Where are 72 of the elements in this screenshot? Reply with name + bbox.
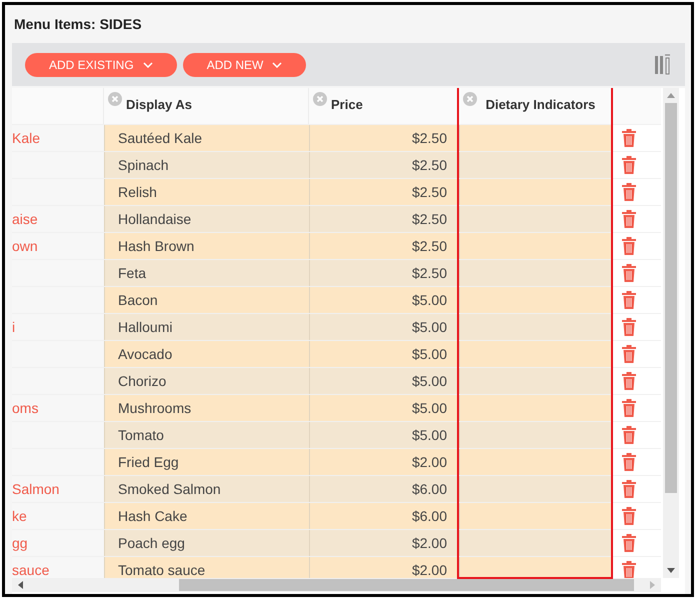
- horizontal-scrollbar[interactable]: [12, 578, 661, 592]
- columns-icon[interactable]: [655, 54, 673, 76]
- trash-icon[interactable]: [622, 480, 636, 498]
- column-header[interactable]: Display As: [126, 94, 192, 114]
- table-cell: Avocado: [104, 341, 309, 367]
- table-cell: Sautéed Kale: [104, 125, 309, 151]
- chevron-down-icon: [142, 62, 153, 68]
- chevron-down-icon: [272, 62, 282, 68]
- table-cell: $2.50: [309, 179, 459, 205]
- table-cell: Relish: [104, 179, 309, 205]
- table-cell: $5.00: [309, 287, 459, 313]
- trash-icon[interactable]: [622, 399, 636, 417]
- scroll-left-icon[interactable]: [18, 581, 23, 589]
- table-cell: Smoked Salmon: [104, 476, 309, 502]
- table-cell: $2.00: [309, 530, 459, 556]
- table-cell: $5.00: [309, 368, 459, 394]
- table-cell: sauce: [12, 557, 104, 578]
- table-cell: $5.00: [309, 314, 459, 340]
- table-cell: Spinach: [104, 152, 309, 178]
- table-cell: Halloumi: [104, 314, 309, 340]
- table-cell: $5.00: [309, 395, 459, 421]
- trash-icon[interactable]: [622, 156, 636, 174]
- table-cell: Fried Egg: [104, 449, 309, 475]
- table-cell: own: [12, 233, 104, 259]
- table-cell: $2.50: [309, 260, 459, 286]
- trash-icon[interactable]: [622, 264, 636, 282]
- table-cell: Hash Cake: [104, 503, 309, 529]
- column-header[interactable]: Dietary Indicators: [486, 94, 596, 114]
- table-cell: $2.50: [309, 125, 459, 151]
- table-cell: Hash Brown: [104, 233, 309, 259]
- trash-icon[interactable]: [622, 561, 636, 578]
- table-cell: $5.00: [309, 422, 459, 448]
- trash-icon[interactable]: [622, 183, 636, 201]
- trash-icon[interactable]: [622, 129, 636, 147]
- table-cell: Mushrooms: [104, 395, 309, 421]
- table-cell: i: [12, 314, 104, 340]
- trash-icon[interactable]: [622, 534, 636, 552]
- panel-title: Menu Items: SIDES: [13, 15, 143, 34]
- table-cell: Tomato: [104, 422, 309, 448]
- table-cell: $6.00: [309, 503, 459, 529]
- table-cell: aise: [12, 206, 104, 232]
- table-cell: $2.50: [309, 206, 459, 232]
- table-cell: $2.50: [309, 152, 459, 178]
- table-cell: $2.00: [309, 557, 459, 578]
- trash-icon[interactable]: [622, 507, 636, 525]
- trash-icon[interactable]: [622, 372, 636, 390]
- trash-icon[interactable]: [622, 237, 636, 255]
- trash-icon[interactable]: [622, 291, 636, 309]
- table-cell: $2.50: [309, 233, 459, 259]
- scroll-up-icon[interactable]: [667, 93, 675, 98]
- table-cell: Chorizo: [104, 368, 309, 394]
- trash-icon[interactable]: [622, 426, 636, 444]
- trash-icon[interactable]: [622, 453, 636, 471]
- scroll-down-icon[interactable]: [667, 568, 675, 573]
- trash-icon[interactable]: [622, 210, 636, 228]
- column-header[interactable]: Price: [331, 94, 363, 114]
- table-cell: $5.00: [309, 341, 459, 367]
- table-cell: Feta: [104, 260, 309, 286]
- table-cell: gg: [12, 530, 104, 556]
- table-cell: ke: [12, 503, 104, 529]
- table-cell: oms: [12, 395, 104, 421]
- table-cell: Kale: [12, 125, 104, 151]
- table-cell: Hollandaise: [104, 206, 309, 232]
- trash-icon[interactable]: [622, 345, 636, 363]
- table-cell: Bacon: [104, 287, 309, 313]
- table-cell: $2.00: [309, 449, 459, 475]
- table-cell: Poach egg: [104, 530, 309, 556]
- trash-icon[interactable]: [622, 318, 636, 336]
- table-cell: Salmon: [12, 476, 104, 502]
- table-cell: $6.00: [309, 476, 459, 502]
- vertical-scrollbar[interactable]: [663, 88, 679, 578]
- table-cell: Tomato sauce: [104, 557, 309, 578]
